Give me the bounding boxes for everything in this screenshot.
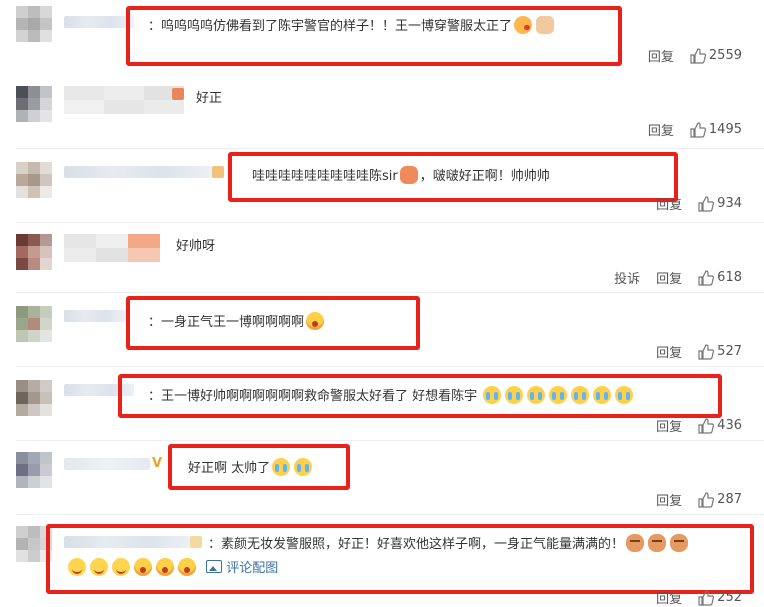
reply-button[interactable]: 回复 [656,342,682,361]
divider [16,148,764,149]
reply-button[interactable]: 回复 [648,46,674,65]
divider [16,514,764,515]
highlight-box [126,6,622,66]
thumbs-up-icon [698,195,715,212]
reply-button[interactable]: 回复 [656,416,682,435]
like-count: 527 [717,344,742,359]
divider [16,222,764,223]
comment-item: ：王一博好帅啊啊啊啊啊啊救命警服太好看了 好想看陈宇 回复 436 [0,368,764,440]
reply-button[interactable]: 回复 [656,588,682,607]
username-blurred[interactable] [64,86,184,114]
like-count: 2559 [708,48,742,63]
like-button[interactable]: 527 [698,343,742,360]
username-blurred[interactable] [64,166,214,178]
thumbs-up-icon [698,343,715,360]
reply-button[interactable]: 回复 [648,120,674,139]
like-count: 934 [717,196,742,211]
highlight-box [126,296,420,350]
username-tail-blurred [212,166,224,178]
comment-actions: 回复 436 [656,416,742,435]
like-button[interactable]: 1495 [690,121,742,138]
comment-item: V 好正啊 太帅了 回复 287 [0,442,764,514]
thumbs-up-icon [698,269,715,286]
avatar[interactable] [16,452,52,488]
like-count: 252 [717,590,742,605]
thumbs-up-icon [690,121,706,138]
like-button[interactable]: 287 [698,491,742,508]
avatar[interactable] [16,86,52,122]
comment-item: ：呜呜呜呜仿佛看到了陈宇警官的样子！！王一博穿警服太正了 回复 2559 [0,0,764,72]
comment-actions: 回复 2559 [648,46,742,65]
comment-actions: 回复 1495 [648,120,742,139]
like-button[interactable]: 2559 [690,47,742,64]
like-count: 436 [717,418,742,433]
like-button[interactable]: 252 [698,589,742,606]
thumbs-up-icon [690,47,706,64]
divider [16,366,764,367]
comment-actions: 回复 252 [656,588,742,607]
like-button[interactable]: 934 [698,195,742,212]
report-button[interactable]: 投诉 [614,268,640,287]
comment-item: ：一身正气王一博啊啊啊啊 回复 527 [0,294,764,364]
highlight-box [228,152,678,202]
comment-item: 好正 回复 1495 [0,76,764,146]
comment-text: 好正 [196,91,223,106]
comment-actions: 投诉 回复 618 [614,268,742,287]
username-blurred[interactable] [64,458,150,470]
divider [16,440,764,441]
comment-item: 哇哇哇哇哇哇哇哇哇陈sir ，啵啵好正啊！帅帅帅 回复 934 [0,150,764,222]
comment-text: 好帅呀 [176,239,216,254]
comment-actions: 回复 934 [656,194,742,213]
avatar[interactable] [16,6,52,42]
highlight-box [168,444,350,490]
highlight-box [46,524,754,594]
comment-actions: 回复 527 [656,342,742,361]
thumbs-up-icon [698,417,715,434]
thumbs-up-icon [698,589,715,606]
divider [16,292,764,293]
like-button[interactable]: 436 [698,417,742,434]
highlight-box [118,374,722,418]
like-button[interactable]: 618 [698,269,742,286]
username-blurred[interactable] [64,16,134,28]
avatar[interactable] [16,380,52,416]
username-blurred[interactable] [64,310,126,322]
verified-badge-icon: V [152,456,163,471]
comment-actions: 回复 287 [656,490,742,509]
reply-button[interactable]: 回复 [656,194,682,213]
like-count: 618 [717,270,742,285]
reply-button[interactable]: 回复 [656,490,682,509]
reply-button[interactable]: 回复 [656,268,682,287]
username-tail-blurred [172,88,184,100]
like-count: 1495 [708,122,742,137]
comment-item: ：素颜无妆发警服照，好正！好喜欢他这样子啊，一身正气能量满满的！ 评论配图 回复… [0,516,764,607]
username-blurred[interactable] [64,234,160,262]
comment-item: 好帅呀 投诉 回复 618 [0,226,764,290]
thumbs-up-icon [698,491,715,508]
avatar[interactable] [16,306,52,342]
avatar[interactable] [16,234,52,270]
like-count: 287 [717,492,742,507]
avatar[interactable] [16,162,52,198]
